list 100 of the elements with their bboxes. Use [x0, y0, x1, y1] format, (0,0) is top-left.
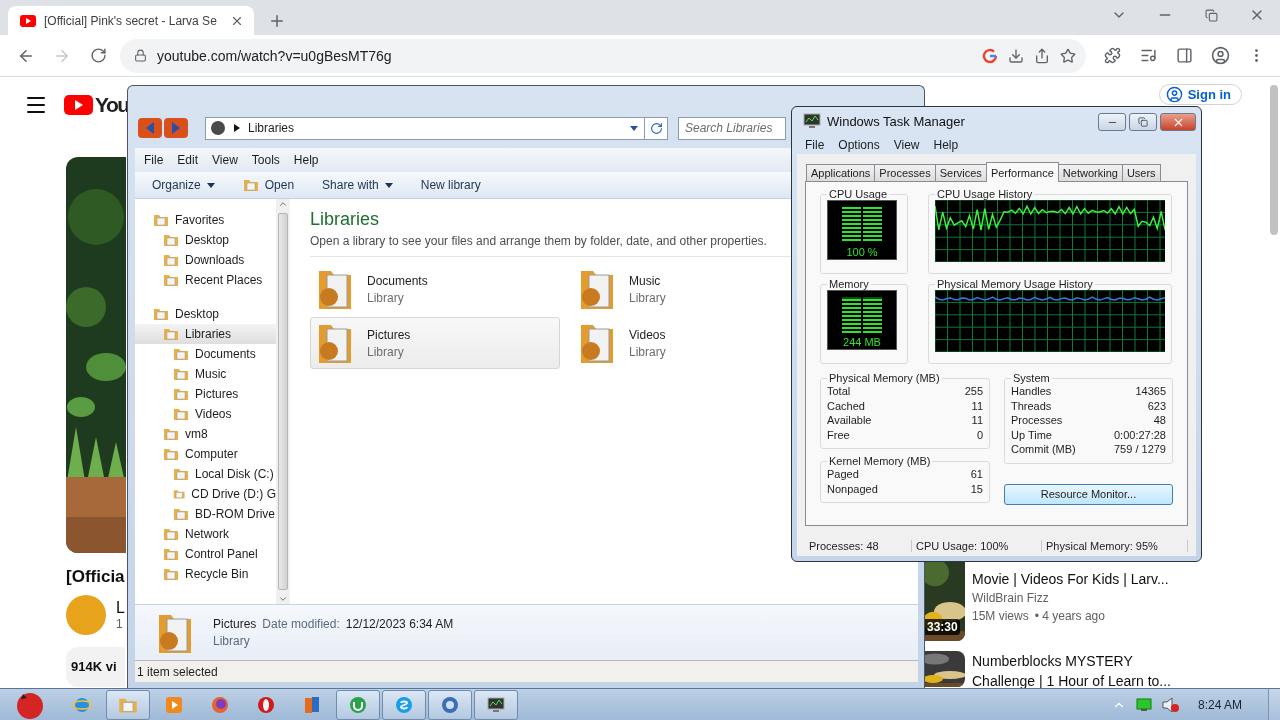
tab[interactable]: Networking: [1057, 164, 1123, 182]
tree-item[interactable]: Videos: [135, 404, 276, 424]
scrollbar-thumb[interactable]: [278, 213, 288, 590]
reload-icon[interactable]: [89, 47, 107, 64]
folder-icon: [173, 366, 189, 382]
close-button[interactable]: [1160, 113, 1196, 132]
tab[interactable]: Processes: [874, 164, 936, 182]
video-title[interactable]: Movie | Videos For Kids | Larv...: [972, 569, 1169, 589]
menu-item[interactable]: View: [205, 153, 245, 167]
scroll-down-icon[interactable]: [278, 594, 288, 604]
search-field[interactable]: Search Libraries: [678, 116, 786, 140]
refresh-button[interactable]: [645, 116, 668, 140]
tree-item[interactable]: Desktop: [135, 304, 276, 324]
share-icon[interactable]: [1034, 47, 1050, 64]
stat-label: Processes: [1011, 413, 1063, 428]
stat-value: 11: [971, 398, 983, 413]
menu-item[interactable]: View: [893, 137, 920, 152]
taskbar-button[interactable]: [474, 689, 518, 720]
meter-reading: 100 %: [846, 246, 878, 258]
scrollbar-thumb[interactable]: [1270, 85, 1278, 235]
address-bar[interactable]: youtube.com/watch?v=u0gBesMT76g: [120, 38, 1086, 73]
ring-icon: [256, 694, 276, 715]
menu-item[interactable]: File: [805, 137, 825, 152]
tree-item[interactable]: Favorites: [135, 210, 276, 230]
star-icon[interactable]: [1060, 47, 1076, 64]
tree-item[interactable]: Recycle Bin: [135, 564, 276, 584]
resource-monitor-button[interactable]: Resource Monitor...: [1004, 483, 1173, 505]
tree-item[interactable]: Documents: [135, 344, 276, 364]
folder-icon: [163, 546, 179, 562]
description-box[interactable]: 914K vi: [66, 647, 125, 687]
tree-item[interactable]: Pictures: [135, 384, 276, 404]
avatar-icon[interactable]: [1210, 46, 1230, 65]
stat-value: 11: [971, 413, 983, 428]
toolbar-button[interactable]: Open: [242, 177, 295, 193]
status-text: Physical Memory: 95%: [1042, 540, 1188, 552]
folder-icon: [163, 326, 179, 342]
menu-item[interactable]: Tools: [244, 153, 287, 167]
play-icon: [164, 694, 184, 715]
tree-item[interactable]: Local Disk (C:): [135, 464, 276, 484]
back-forward-icon[interactable]: [138, 118, 188, 138]
tree-item[interactable]: CD Drive (D:) G: [135, 484, 276, 504]
folder-icon: [163, 446, 179, 462]
tree-item[interactable]: Libraries: [135, 324, 276, 344]
maximize-button[interactable]: [1129, 113, 1157, 132]
browser-tab[interactable]: [Official] Pink's secret - Larva Se: [8, 6, 254, 35]
folder-icon: [173, 386, 189, 402]
tree-item[interactable]: Downloads: [135, 250, 276, 270]
status-text: CPU Usage: 100%: [912, 540, 1042, 552]
side-panel-icon[interactable]: [1175, 47, 1193, 64]
tree-item[interactable]: BD-ROM Drive: [135, 504, 276, 524]
tree-item[interactable]: vm8: [135, 424, 276, 444]
library-item[interactable]: Documents Library: [310, 263, 560, 315]
scroll-up-icon[interactable]: [278, 199, 288, 209]
minimize-button[interactable]: [1098, 113, 1126, 132]
tab[interactable]: Users: [1121, 164, 1161, 182]
tree-item[interactable]: Computer: [135, 444, 276, 464]
media-list-icon[interactable]: [1139, 47, 1157, 64]
meter-reading: 244 MB: [843, 336, 881, 348]
toolbar-button[interactable]: Organize: [152, 178, 215, 192]
tree-item[interactable]: Recent Places: [135, 270, 276, 290]
address-field[interactable]: Libraries: [205, 116, 645, 140]
stat-value: 759 / 1279: [1114, 442, 1166, 457]
status-text: 1 item selected: [137, 664, 218, 679]
tab[interactable]: Applications: [806, 164, 876, 182]
toolbar-button[interactable]: New library: [420, 178, 481, 192]
library-icon: [210, 120, 226, 136]
library-item[interactable]: Videos Library: [572, 317, 782, 369]
dropdown-icon: [384, 182, 393, 188]
download-icon[interactable]: [1008, 47, 1024, 64]
caret-icon[interactable]: [234, 124, 240, 132]
channel-name[interactable]: L: [116, 599, 125, 617]
details-type: Library: [213, 634, 251, 648]
folder-icon: [163, 566, 179, 582]
dropdown-icon[interactable]: [630, 125, 638, 131]
menu-item[interactable]: File: [137, 153, 171, 167]
restore-icon[interactable]: [1204, 8, 1218, 22]
menu-item[interactable]: Help: [286, 153, 326, 167]
tab[interactable]: Services: [934, 164, 987, 182]
muted-speaker-icon[interactable]: [1161, 696, 1180, 713]
clock[interactable]: 8:24 AM: [1197, 697, 1242, 712]
globe-icon: [440, 694, 460, 715]
menu-item[interactable]: Help: [933, 137, 959, 152]
tree-item[interactable]: Control Panel: [135, 544, 276, 564]
menu-item[interactable]: Options: [838, 137, 880, 152]
stat-label: Commit (MB): [1011, 442, 1076, 457]
tree-item[interactable]: Network: [135, 524, 276, 544]
stat-value: 255: [964, 384, 983, 399]
library-item[interactable]: Music Library: [572, 263, 782, 315]
tree-item[interactable]: Desktop: [135, 230, 276, 250]
g-icon[interactable]: [982, 47, 998, 64]
tab[interactable]: Performance: [985, 162, 1059, 182]
tree-item[interactable]: Music: [135, 364, 276, 384]
network-icon[interactable]: [1135, 697, 1152, 712]
library-item[interactable]: Pictures Library: [310, 317, 560, 369]
menu-item[interactable]: Edit: [170, 153, 206, 167]
toolbar-button[interactable]: Share with: [322, 178, 393, 192]
video-title[interactable]: Numberblocks MYSTERY: [972, 651, 1171, 671]
puzzle-icon[interactable]: [1103, 47, 1121, 64]
dropdown-icon: [206, 182, 215, 188]
channel-name[interactable]: WildBrain Fizz: [972, 589, 1169, 607]
